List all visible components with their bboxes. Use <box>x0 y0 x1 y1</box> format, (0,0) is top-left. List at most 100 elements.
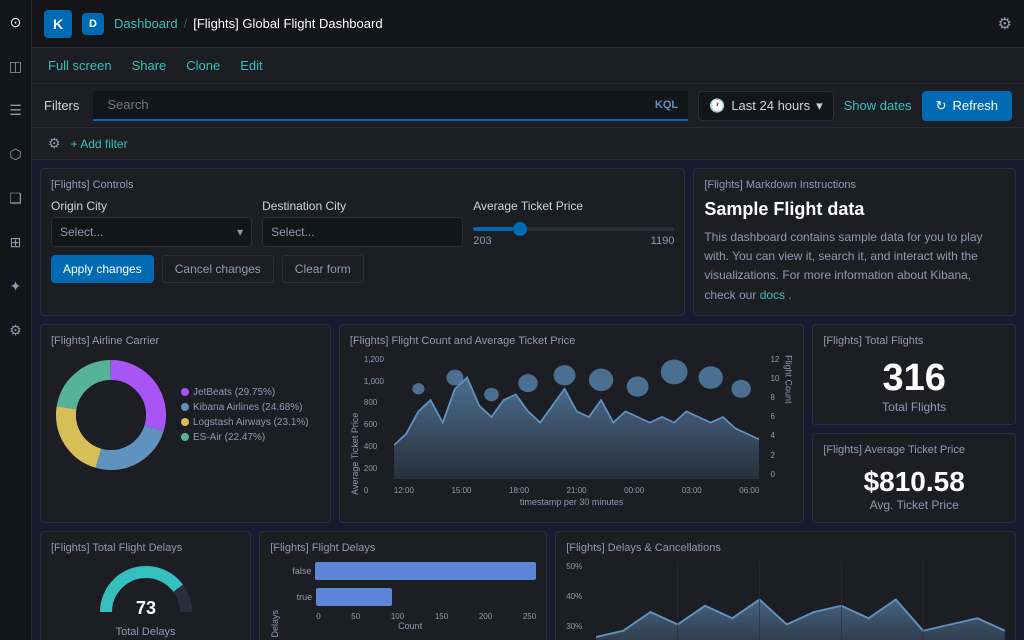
sidebar-icon-ml[interactable]: ✦ <box>2 272 30 300</box>
flight-count-chart: Average Ticket Price 0 200 400 600 800 1… <box>350 355 793 495</box>
slider-fill <box>473 227 513 231</box>
search-box[interactable]: KQL <box>93 91 688 121</box>
sidebar-icon-home[interactable]: ⊙ <box>2 8 30 36</box>
hbar-true <box>316 588 392 606</box>
apply-changes-button[interactable]: Apply changes <box>51 255 154 283</box>
share-link[interactable]: Share <box>132 58 167 73</box>
sidebar-icon-management[interactable]: ⚙ <box>2 316 30 344</box>
cancel-changes-button[interactable]: Cancel changes <box>162 255 274 283</box>
origin-label: Origin City <box>51 199 252 213</box>
destination-placeholder: Select... <box>271 225 314 239</box>
delays-cancellations-panel: [Flights] Delays & Cancellations 20% 30%… <box>555 531 1016 640</box>
total-delays-title: [Flights] Total Flight Delays <box>51 542 240 554</box>
chevron-down-icon: ▾ <box>816 98 823 114</box>
destination-city-group: Destination City Select... <box>262 199 463 247</box>
avg-ticket-panel: [Flights] Average Ticket Price $810.58 A… <box>812 433 1016 523</box>
legend-kibana: Kibana Airlines (24.68%) <box>181 402 309 413</box>
edit-link[interactable]: Edit <box>240 58 262 73</box>
stats-col: [Flights] Total Flights 316 Total Flight… <box>812 324 1016 523</box>
total-delays-label: Total Delays <box>51 626 240 638</box>
markdown-panel: [Flights] Markdown Instructions Sample F… <box>693 168 1016 316</box>
y2-ticks: 0 2 4 6 8 10 12 <box>770 355 779 479</box>
delays-cancellations-title: [Flights] Delays & Cancellations <box>566 542 1005 554</box>
avg-price-label: Avg. Ticket Price <box>823 498 1005 512</box>
y-ticks: 0 200 400 600 800 1,000 1,200 <box>364 355 392 495</box>
breadcrumb-sep: / <box>184 16 188 31</box>
app-badge: D <box>82 13 104 35</box>
action-buttons: Apply changes Cancel changes Clear form <box>51 255 674 283</box>
flight-count-panel: [Flights] Flight Count and Average Ticke… <box>339 324 804 523</box>
x-axis-label: timestamp per 30 minutes <box>350 497 793 507</box>
time-label: Last 24 hours <box>731 98 810 113</box>
show-dates-button[interactable]: Show dates <box>844 98 912 113</box>
second-bar: Full screen Share Clone Edit <box>32 48 1024 84</box>
controls-title: [Flights] Controls <box>51 179 674 191</box>
filters-label: Filters <box>44 98 79 113</box>
refresh-button[interactable]: ↻ Refresh <box>922 91 1012 121</box>
top-bar: K D Dashboard / [Flights] Global Flight … <box>32 0 1024 48</box>
flight-count-title: [Flights] Flight Count and Average Ticke… <box>350 335 793 347</box>
time-filter[interactable]: 🕐 Last 24 hours ▾ <box>698 91 834 121</box>
slider-track <box>473 227 674 231</box>
add-filter-row: ⚙ + Add filter <box>32 128 1024 160</box>
hbar-false <box>315 562 536 580</box>
controls-panel: [Flights] Controls Origin City Select...… <box>40 168 685 316</box>
price-max: 1190 <box>651 235 675 247</box>
y2-axis-label: Flight Count <box>783 355 793 495</box>
fullscreen-link[interactable]: Full screen <box>48 58 112 73</box>
hbar-row-true: true <box>284 588 536 606</box>
kibana-logo: K <box>44 10 72 38</box>
breadcrumb-current: [Flights] Global Flight Dashboard <box>193 16 382 31</box>
gauge-svg: 73 <box>96 562 196 617</box>
add-filter-link[interactable]: + Add filter <box>71 137 128 151</box>
markdown-body: This dashboard contains sample data for … <box>704 228 1005 305</box>
price-slider[interactable]: 203 1190 <box>473 227 674 247</box>
settings-icon[interactable]: ⚙ <box>998 14 1012 34</box>
origin-placeholder: Select... <box>60 225 103 239</box>
y-axis-label: Average Ticket Price <box>350 355 360 495</box>
filter-gear-icon[interactable]: ⚙ <box>48 135 61 152</box>
hbar-x-ticks: 050100150200250 <box>284 612 536 621</box>
destination-label: Destination City <box>262 199 463 213</box>
hbar-chart: false true 050100150200250 Count <box>284 562 536 640</box>
search-input[interactable] <box>103 97 651 112</box>
sidebar-icon-canvas[interactable]: ❑ <box>2 184 30 212</box>
kql-badge[interactable]: KQL <box>655 99 678 111</box>
sidebar-icon-visualize[interactable]: ⬡ <box>2 140 30 168</box>
docs-link[interactable]: docs <box>760 288 785 302</box>
origin-city-group: Origin City Select... ▾ <box>51 199 252 247</box>
price-label: Average Ticket Price <box>473 199 674 213</box>
area-chart-svg <box>394 355 759 479</box>
price-min: 203 <box>473 235 491 247</box>
flight-delays-panel: [Flights] Flight Delays Flight Delays fa… <box>259 531 547 640</box>
hbar-x-label: Count <box>284 621 536 631</box>
clone-link[interactable]: Clone <box>186 58 220 73</box>
clock-icon: 🕐 <box>709 98 725 114</box>
gauge-chart: 73 <box>96 562 196 622</box>
destination-select[interactable]: Select... <box>262 217 463 247</box>
avg-price-value: $810.58 <box>823 466 1005 498</box>
origin-chevron-icon: ▾ <box>237 225 243 239</box>
donut-chart-container: JetBeats (29.75%) Kibana Airlines (24.68… <box>51 355 320 475</box>
hbar-chart-container: Flight Delays false true 0 <box>270 562 536 640</box>
main-content: [Flights] Controls Origin City Select...… <box>32 160 1024 640</box>
origin-select[interactable]: Select... ▾ <box>51 217 252 247</box>
legend-jetbeats: JetBeats (29.75%) <box>181 387 309 398</box>
chart-area: 0 200 400 600 800 1,000 1,200 <box>364 355 779 495</box>
row-charts2: [Flights] Total Flight Delays 73 Total D… <box>40 531 1016 640</box>
refresh-label: Refresh <box>952 98 998 113</box>
sidebar-icon-discover[interactable]: ◫ <box>2 52 30 80</box>
breadcrumb-home[interactable]: Dashboard <box>114 16 178 31</box>
row-controls: [Flights] Controls Origin City Select...… <box>40 168 1016 316</box>
sidebar-icon-dashboard[interactable]: ☰ <box>2 96 30 124</box>
flight-delays-title: [Flights] Flight Delays <box>270 542 536 554</box>
markdown-heading: Sample Flight data <box>704 199 1005 220</box>
price-group: Average Ticket Price 203 1190 <box>473 199 674 247</box>
x-ticks: 12:00 15:00 18:00 21:00 00:00 03:00 06:0… <box>394 486 759 495</box>
sidebar-icon-maps[interactable]: ⊞ <box>2 228 30 256</box>
hbar-y-label: Flight Delays <box>270 562 280 640</box>
donut-legend: JetBeats (29.75%) Kibana Airlines (24.68… <box>181 387 309 443</box>
svg-text:73: 73 <box>136 598 156 617</box>
slider-thumb[interactable] <box>513 222 527 236</box>
clear-form-button[interactable]: Clear form <box>282 255 364 283</box>
